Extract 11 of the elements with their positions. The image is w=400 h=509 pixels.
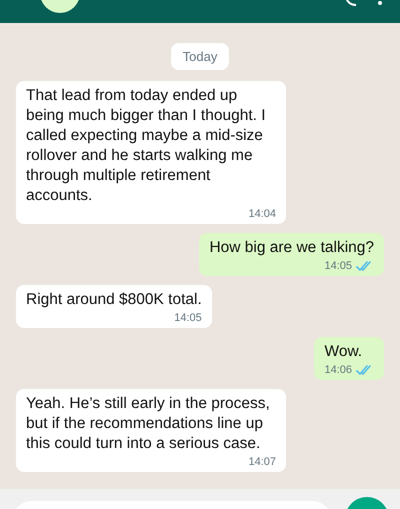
date-label: Today bbox=[170, 43, 230, 70]
message-text: Yeah. He’s still early in the process, but if the recommendations line up this could turn into a serious case. bbox=[26, 394, 271, 454]
message-text: That lead from today ended up being much bigger than I thought. I called expecting maybe a mid-size rollover and he starts walking me through multiple retirement accounts. bbox=[26, 86, 267, 206]
message-time: 14:06 bbox=[324, 364, 352, 376]
message-time: 14:05 bbox=[174, 312, 202, 324]
message-text: Wow. bbox=[324, 342, 364, 362]
message-text: Right around $800K total. bbox=[26, 290, 202, 310]
message-text: How big are we talking? bbox=[209, 238, 374, 258]
message-time: 14:04 bbox=[248, 208, 276, 220]
message-time: 14:07 bbox=[248, 456, 276, 468]
message-time: 14:05 bbox=[324, 260, 352, 272]
